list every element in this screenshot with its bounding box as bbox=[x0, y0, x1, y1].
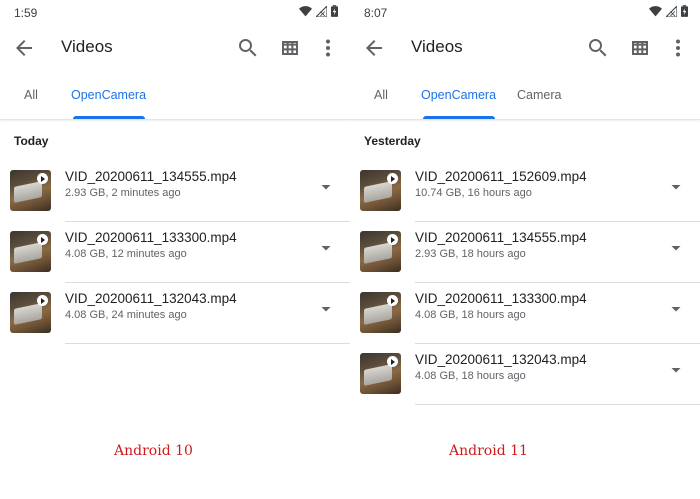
list-item[interactable]: VID_20200611_132043.mp4 4.08 GB, 24 minu… bbox=[0, 284, 350, 345]
video-thumbnail bbox=[360, 170, 401, 211]
play-icon bbox=[387, 356, 398, 367]
list-item[interactable]: VID_20200611_134555.mp4 2.93 GB, 2 minut… bbox=[0, 162, 350, 223]
file-name: VID_20200611_134555.mp4 bbox=[415, 230, 587, 245]
divider bbox=[415, 221, 700, 222]
file-meta: 2.93 GB, 18 hours ago bbox=[415, 248, 526, 260]
page-title: Videos bbox=[61, 37, 113, 56]
more-options-icon[interactable] bbox=[316, 36, 340, 60]
app-bar: Videos bbox=[350, 24, 700, 72]
tab-all[interactable]: All bbox=[374, 88, 388, 102]
chevron-down-icon[interactable] bbox=[318, 301, 334, 317]
battery-icon bbox=[681, 5, 688, 17]
divider bbox=[65, 221, 350, 222]
divider bbox=[65, 282, 350, 283]
status-bar: 1:59 bbox=[0, 0, 350, 24]
chevron-down-icon[interactable] bbox=[668, 362, 684, 378]
list-item[interactable]: VID_20200611_132043.mp4 4.08 GB, 18 hour… bbox=[350, 345, 700, 406]
video-thumbnail bbox=[10, 292, 51, 333]
status-bar: 8:07 bbox=[350, 0, 700, 24]
play-icon bbox=[387, 295, 398, 306]
chevron-down-icon[interactable] bbox=[668, 301, 684, 317]
play-icon bbox=[37, 295, 48, 306]
chevron-down-icon[interactable] bbox=[668, 179, 684, 195]
play-icon bbox=[387, 234, 398, 245]
android-11-screen: 8:07 Videos All OpenCamera Camera Yester… bbox=[350, 0, 700, 499]
list-item[interactable]: VID_20200611_134555.mp4 2.93 GB, 18 hour… bbox=[350, 223, 700, 284]
page-title: Videos bbox=[411, 37, 463, 56]
play-icon bbox=[387, 173, 398, 184]
tab-opencamera[interactable]: OpenCamera bbox=[421, 88, 496, 102]
tab-opencamera[interactable]: OpenCamera bbox=[71, 88, 146, 102]
more-options-icon[interactable] bbox=[666, 36, 690, 60]
list-item[interactable]: VID_20200611_133300.mp4 4.08 GB, 18 hour… bbox=[350, 284, 700, 345]
file-name: VID_20200611_152609.mp4 bbox=[415, 169, 587, 184]
video-thumbnail bbox=[360, 353, 401, 394]
section-header: Today bbox=[14, 134, 49, 148]
file-meta: 10.74 GB, 16 hours ago bbox=[415, 187, 532, 199]
no-signal-icon bbox=[316, 5, 327, 17]
status-time: 8:07 bbox=[364, 6, 388, 20]
wifi-icon bbox=[299, 5, 312, 16]
file-name: VID_20200611_133300.mp4 bbox=[415, 291, 587, 306]
no-signal-icon bbox=[666, 5, 677, 17]
chevron-down-icon[interactable] bbox=[668, 240, 684, 256]
tab-bar: All OpenCamera bbox=[0, 72, 350, 120]
divider bbox=[65, 343, 350, 344]
file-meta: 4.08 GB, 12 minutes ago bbox=[65, 248, 187, 260]
section-header: Yesterday bbox=[364, 134, 421, 148]
grid-view-icon[interactable] bbox=[628, 36, 652, 60]
app-bar: Videos bbox=[0, 24, 350, 72]
file-meta: 2.93 GB, 2 minutes ago bbox=[65, 187, 181, 199]
chevron-down-icon[interactable] bbox=[318, 179, 334, 195]
search-icon[interactable] bbox=[236, 36, 260, 60]
play-icon bbox=[37, 173, 48, 184]
status-icons bbox=[649, 5, 688, 17]
divider bbox=[415, 282, 700, 283]
status-icons bbox=[299, 5, 338, 17]
caption: Android 10 bbox=[114, 443, 193, 459]
back-arrow-icon[interactable] bbox=[362, 36, 386, 60]
back-arrow-icon[interactable] bbox=[12, 36, 36, 60]
active-tab-indicator bbox=[423, 116, 495, 119]
list-item[interactable]: VID_20200611_152609.mp4 10.74 GB, 16 hou… bbox=[350, 162, 700, 223]
tab-camera[interactable]: Camera bbox=[517, 88, 561, 102]
tab-bar: All OpenCamera Camera bbox=[350, 72, 700, 120]
active-tab-indicator bbox=[73, 116, 145, 119]
video-thumbnail bbox=[10, 170, 51, 211]
file-name: VID_20200611_134555.mp4 bbox=[65, 169, 237, 184]
video-thumbnail bbox=[10, 231, 51, 272]
divider bbox=[415, 343, 700, 344]
file-name: VID_20200611_132043.mp4 bbox=[415, 352, 587, 367]
chevron-down-icon[interactable] bbox=[318, 240, 334, 256]
divider bbox=[415, 404, 700, 405]
caption: Android 11 bbox=[449, 443, 528, 459]
list-item[interactable]: VID_20200611_133300.mp4 4.08 GB, 12 minu… bbox=[0, 223, 350, 284]
android-10-screen: 1:59 Videos All OpenCamera Today VID_202… bbox=[0, 0, 350, 499]
file-name: VID_20200611_132043.mp4 bbox=[65, 291, 237, 306]
file-name: VID_20200611_133300.mp4 bbox=[65, 230, 237, 245]
video-thumbnail bbox=[360, 231, 401, 272]
wifi-icon bbox=[649, 5, 662, 16]
status-time: 1:59 bbox=[14, 6, 38, 20]
tab-all[interactable]: All bbox=[24, 88, 38, 102]
play-icon bbox=[37, 234, 48, 245]
battery-icon bbox=[331, 5, 338, 17]
video-thumbnail bbox=[360, 292, 401, 333]
grid-view-icon[interactable] bbox=[278, 36, 302, 60]
file-meta: 4.08 GB, 18 hours ago bbox=[415, 309, 526, 321]
file-meta: 4.08 GB, 24 minutes ago bbox=[65, 309, 187, 321]
search-icon[interactable] bbox=[586, 36, 610, 60]
file-meta: 4.08 GB, 18 hours ago bbox=[415, 370, 526, 382]
